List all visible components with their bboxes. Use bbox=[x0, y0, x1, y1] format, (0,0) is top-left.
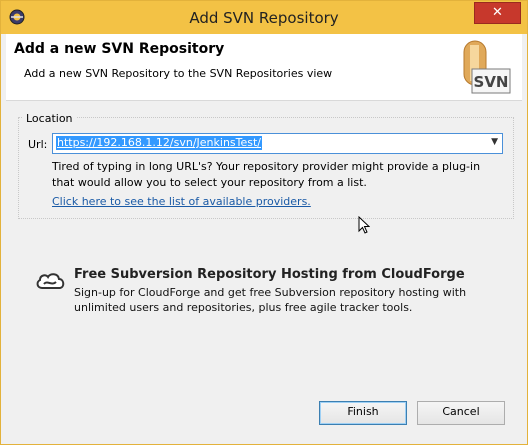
wizard-header: Add a new SVN Repository Add a new SVN R… bbox=[6, 34, 522, 101]
url-label: Url: bbox=[28, 138, 48, 151]
providers-link[interactable]: Click here to see the list of available … bbox=[52, 195, 311, 208]
finish-button[interactable]: Finish bbox=[319, 401, 407, 425]
url-hint-text: Tired of typing in long URL's? Your repo… bbox=[52, 160, 481, 189]
svn-logo-text: SVN bbox=[474, 73, 509, 91]
wizard-body: Location Url: https://192.168.1.12/svn/J… bbox=[6, 101, 522, 439]
url-value[interactable]: https://192.168.1.12/svn/JenkinsTest/ bbox=[56, 136, 263, 150]
close-button[interactable]: ✕ bbox=[474, 2, 521, 24]
wizard-title: Add a new SVN Repository bbox=[14, 41, 225, 57]
title-bar[interactable]: Add SVN Repository ✕ bbox=[1, 1, 527, 34]
dialog-window: Add SVN Repository ✕ Add a new SVN Repos… bbox=[0, 0, 528, 445]
url-combobox[interactable]: https://192.168.1.12/svn/JenkinsTest/ ▼ bbox=[52, 133, 503, 154]
mouse-cursor-icon bbox=[358, 216, 370, 234]
wizard-description: Add a new SVN Repository to the SVN Repo… bbox=[24, 67, 333, 80]
cancel-button[interactable]: Cancel bbox=[417, 401, 505, 425]
cloudforge-description: Sign-up for CloudForge and get free Subv… bbox=[74, 286, 467, 314]
svn-logo-icon: SVN bbox=[463, 40, 511, 94]
location-group-label: Location bbox=[23, 112, 76, 125]
chevron-down-icon[interactable]: ▼ bbox=[491, 137, 498, 147]
window-title: Add SVN Repository bbox=[189, 9, 339, 27]
cloudforge-title: Free Subversion Repository Hosting from … bbox=[74, 267, 465, 282]
cloudforge-cloud-icon bbox=[36, 273, 65, 289]
